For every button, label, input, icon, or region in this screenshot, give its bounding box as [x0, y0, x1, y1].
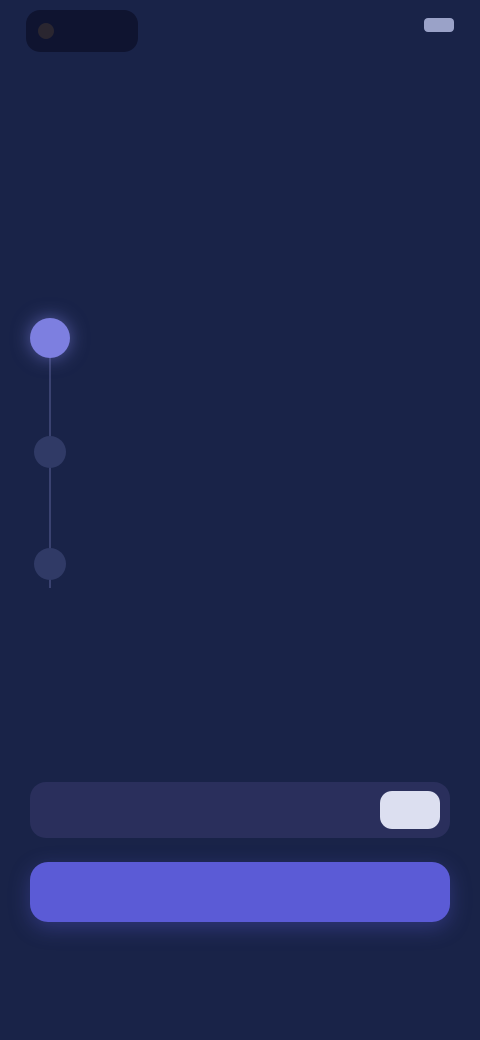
step-text	[96, 330, 426, 340]
step-text	[96, 444, 426, 454]
code-input-row	[30, 782, 450, 838]
step-indicator-pending	[34, 548, 66, 580]
paste-button[interactable]	[380, 791, 440, 829]
primary-button[interactable]	[30, 862, 450, 922]
step-indicator-pending	[34, 436, 66, 468]
status-indicators	[414, 18, 454, 32]
page-header	[30, 84, 450, 114]
brand-logo-icon	[38, 23, 54, 39]
code-input[interactable]	[48, 801, 380, 819]
code-section	[30, 710, 450, 720]
step-indicator-active	[30, 318, 70, 358]
status-bar	[0, 0, 480, 64]
brand-pill	[26, 10, 138, 52]
step-text	[96, 556, 426, 566]
battery-icon	[424, 18, 454, 32]
